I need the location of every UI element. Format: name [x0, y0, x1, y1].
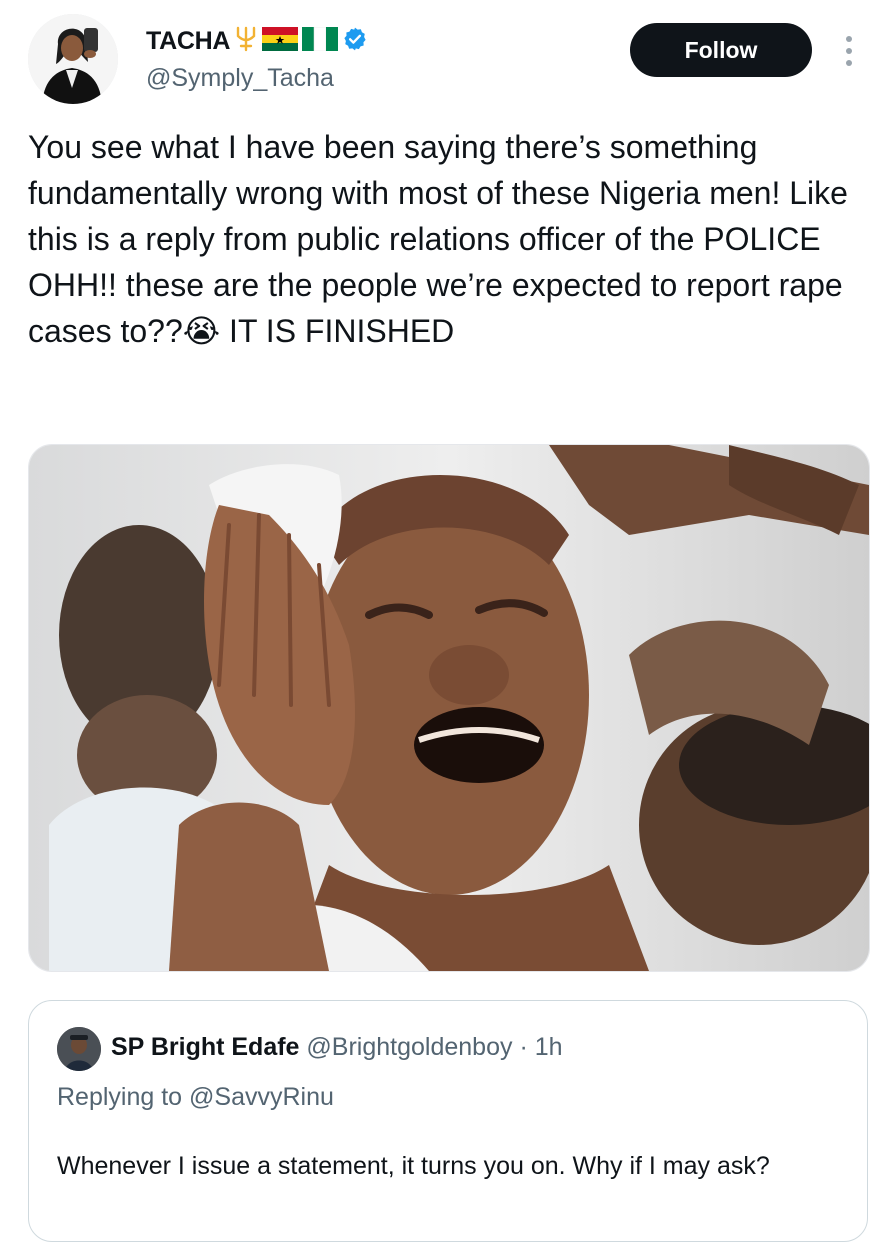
quoted-tweet-text: Whenever I issue a statement, it turns y… — [57, 1152, 770, 1180]
quoted-author-name[interactable]: SP Bright Edafe — [111, 1033, 299, 1061]
tweet-header: TACHA @Symply_Tacha Follow — [0, 0, 888, 120]
nigeria-flag-emoji — [302, 26, 339, 56]
author-avatar[interactable] — [28, 14, 118, 104]
replying-to-prefix: Replying to — [57, 1083, 190, 1111]
author-name-row[interactable]: TACHA — [146, 26, 368, 57]
ghana-flag-emoji — [262, 27, 299, 56]
tweet-media-photo[interactable] — [28, 444, 870, 972]
more-options-icon[interactable] — [843, 34, 855, 68]
verified-badge-icon — [342, 26, 368, 57]
quoted-timestamp[interactable]: 1h — [535, 1033, 563, 1061]
tweet-text: You see what I have been saying there’s … — [28, 129, 857, 349]
replying-to-line: Replying to @SavvyRinu — [57, 1083, 334, 1112]
author-handle[interactable]: @Symply_Tacha — [146, 64, 334, 93]
replying-to-handle[interactable]: @SavvyRinu — [189, 1083, 334, 1111]
quoted-author-row: SP Bright Edafe @Brightgoldenboy · 1h — [111, 1033, 563, 1062]
trident-emoji — [234, 26, 258, 57]
quoted-author-avatar[interactable] — [57, 1027, 101, 1071]
quoted-author-handle[interactable]: @Brightgoldenboy — [306, 1033, 512, 1061]
quoted-tweet-card[interactable]: SP Bright Edafe @Brightgoldenboy · 1h Re… — [28, 1000, 868, 1242]
follow-button[interactable]: Follow — [630, 23, 812, 77]
quoted-separator: · — [519, 1033, 528, 1061]
author-display-name[interactable]: TACHA — [146, 27, 230, 56]
